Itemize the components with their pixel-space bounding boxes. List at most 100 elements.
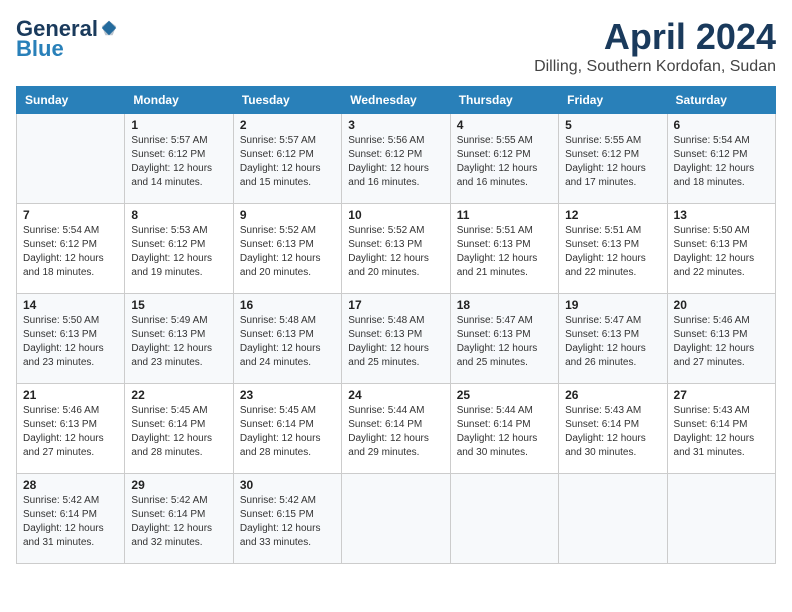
logo-icon xyxy=(100,19,118,37)
day-number: 13 xyxy=(674,208,769,222)
calendar-header-row: SundayMondayTuesdayWednesdayThursdayFrid… xyxy=(17,87,776,114)
calendar-cell: 29 Sunrise: 5:42 AMSunset: 6:14 PMDayligh… xyxy=(125,474,233,564)
calendar-cell: 30 Sunrise: 5:42 AMSunset: 6:15 PMDayligh… xyxy=(233,474,341,564)
calendar-week-row: 14Sunrise: 5:50 AMSunset: 6:13 PMDayligh… xyxy=(17,294,776,384)
day-number: 30 xyxy=(240,478,335,492)
day-number: 26 xyxy=(565,388,660,402)
day-number: 27 xyxy=(674,388,769,402)
calendar-cell: 15 Sunrise: 5:49 AMSunset: 6:13 PMDayligh… xyxy=(125,294,233,384)
calendar-day-header: Saturday xyxy=(667,87,775,114)
day-number: 14 xyxy=(23,298,118,312)
day-number: 1 xyxy=(131,118,226,132)
day-info: Sunrise: 5:43 AMSunset: 6:14 PMDaylight:… xyxy=(565,404,660,460)
day-number: 6 xyxy=(674,118,769,132)
calendar-cell xyxy=(559,474,667,564)
calendar-day-header: Tuesday xyxy=(233,87,341,114)
day-info: Sunrise: 5:55 AMSunset: 6:12 PMDaylight:… xyxy=(457,134,552,190)
calendar-day-header: Sunday xyxy=(17,87,125,114)
calendar-cell: 5 Sunrise: 5:55 AMSunset: 6:12 PMDaylight… xyxy=(559,114,667,204)
calendar-cell: 26 Sunrise: 5:43 AMSunset: 6:14 PMDayligh… xyxy=(559,384,667,474)
calendar-cell: 9 Sunrise: 5:52 AMSunset: 6:13 PMDaylight… xyxy=(233,204,341,294)
day-info: Sunrise: 5:51 AMSunset: 6:13 PMDaylight:… xyxy=(565,224,660,280)
day-number: 4 xyxy=(457,118,552,132)
calendar-week-row: 7Sunrise: 5:54 AMSunset: 6:12 PMDaylight… xyxy=(17,204,776,294)
day-number: 15 xyxy=(131,298,226,312)
day-number: 12 xyxy=(565,208,660,222)
title-block: April 2024 Dilling, Southern Kordofan, S… xyxy=(534,16,776,76)
day-info: Sunrise: 5:55 AMSunset: 6:12 PMDaylight:… xyxy=(565,134,660,190)
location-title: Dilling, Southern Kordofan, Sudan xyxy=(534,58,776,76)
page-header: General Blue April 2024 Dilling, Souther… xyxy=(16,16,776,76)
day-info: Sunrise: 5:53 AMSunset: 6:12 PMDaylight:… xyxy=(131,224,226,280)
day-number: 8 xyxy=(131,208,226,222)
day-number: 5 xyxy=(565,118,660,132)
calendar-cell: 25 Sunrise: 5:44 AMSunset: 6:14 PMDayligh… xyxy=(450,384,558,474)
day-info: Sunrise: 5:47 AMSunset: 6:13 PMDaylight:… xyxy=(457,314,552,370)
calendar-cell: 23 Sunrise: 5:45 AMSunset: 6:14 PMDayligh… xyxy=(233,384,341,474)
day-info: Sunrise: 5:45 AMSunset: 6:14 PMDaylight:… xyxy=(131,404,226,460)
calendar-cell: 3Sunrise: 5:56 AMSunset: 6:12 PMDaylight… xyxy=(342,114,450,204)
calendar-cell: 27Sunrise: 5:43 AMSunset: 6:14 PMDayligh… xyxy=(667,384,775,474)
day-number: 11 xyxy=(457,208,552,222)
day-number: 24 xyxy=(348,388,443,402)
calendar-cell: 7Sunrise: 5:54 AMSunset: 6:12 PMDaylight… xyxy=(17,204,125,294)
day-info: Sunrise: 5:56 AMSunset: 6:12 PMDaylight:… xyxy=(348,134,443,190)
day-number: 16 xyxy=(240,298,335,312)
day-info: Sunrise: 5:42 AMSunset: 6:15 PMDaylight:… xyxy=(240,494,335,550)
month-title: April 2024 xyxy=(534,16,776,58)
day-info: Sunrise: 5:46 AMSunset: 6:13 PMDaylight:… xyxy=(23,404,118,460)
calendar-cell: 18Sunrise: 5:47 AMSunset: 6:13 PMDayligh… xyxy=(450,294,558,384)
calendar-cell: 14Sunrise: 5:50 AMSunset: 6:13 PMDayligh… xyxy=(17,294,125,384)
day-info: Sunrise: 5:44 AMSunset: 6:14 PMDaylight:… xyxy=(348,404,443,460)
day-number: 23 xyxy=(240,388,335,402)
calendar-cell: 10 Sunrise: 5:52 AMSunset: 6:13 PMDayligh… xyxy=(342,204,450,294)
calendar-week-row: 28 Sunrise: 5:42 AMSunset: 6:14 PMDayligh… xyxy=(17,474,776,564)
calendar-cell: 6Sunrise: 5:54 AMSunset: 6:12 PMDaylight… xyxy=(667,114,775,204)
calendar-day-header: Wednesday xyxy=(342,87,450,114)
day-number: 29 xyxy=(131,478,226,492)
calendar-day-header: Monday xyxy=(125,87,233,114)
logo-blue-text: Blue xyxy=(16,36,64,62)
calendar-cell: 22 Sunrise: 5:45 AMSunset: 6:14 PMDayligh… xyxy=(125,384,233,474)
day-info: Sunrise: 5:42 AMSunset: 6:14 PMDaylight:… xyxy=(23,494,118,550)
calendar-cell: 13 Sunrise: 5:50 AMSunset: 6:13 PMDayligh… xyxy=(667,204,775,294)
day-number: 10 xyxy=(348,208,443,222)
day-info: Sunrise: 5:47 AMSunset: 6:13 PMDaylight:… xyxy=(565,314,660,370)
day-info: Sunrise: 5:44 AMSunset: 6:14 PMDaylight:… xyxy=(457,404,552,460)
calendar-cell xyxy=(667,474,775,564)
day-info: Sunrise: 5:49 AMSunset: 6:13 PMDaylight:… xyxy=(131,314,226,370)
calendar-cell: 8 Sunrise: 5:53 AMSunset: 6:12 PMDaylight… xyxy=(125,204,233,294)
calendar-table: SundayMondayTuesdayWednesdayThursdayFrid… xyxy=(16,86,776,564)
calendar-cell: 20 Sunrise: 5:46 AMSunset: 6:13 PMDayligh… xyxy=(667,294,775,384)
day-info: Sunrise: 5:42 AMSunset: 6:14 PMDaylight:… xyxy=(131,494,226,550)
calendar-week-row: 1 Sunrise: 5:57 AMSunset: 6:12 PMDaylight… xyxy=(17,114,776,204)
day-number: 25 xyxy=(457,388,552,402)
calendar-cell xyxy=(342,474,450,564)
day-number: 17 xyxy=(348,298,443,312)
day-number: 21 xyxy=(23,388,118,402)
calendar-cell: 16 Sunrise: 5:48 AMSunset: 6:13 PMDayligh… xyxy=(233,294,341,384)
day-info: Sunrise: 5:57 AMSunset: 6:12 PMDaylight:… xyxy=(131,134,226,190)
day-number: 22 xyxy=(131,388,226,402)
day-info: Sunrise: 5:50 AMSunset: 6:13 PMDaylight:… xyxy=(674,224,769,280)
day-number: 28 xyxy=(23,478,118,492)
day-info: Sunrise: 5:48 AMSunset: 6:13 PMDaylight:… xyxy=(348,314,443,370)
day-info: Sunrise: 5:54 AMSunset: 6:12 PMDaylight:… xyxy=(23,224,118,280)
day-info: Sunrise: 5:46 AMSunset: 6:13 PMDaylight:… xyxy=(674,314,769,370)
day-number: 9 xyxy=(240,208,335,222)
calendar-cell: 21 Sunrise: 5:46 AMSunset: 6:13 PMDayligh… xyxy=(17,384,125,474)
day-info: Sunrise: 5:45 AMSunset: 6:14 PMDaylight:… xyxy=(240,404,335,460)
day-info: Sunrise: 5:51 AMSunset: 6:13 PMDaylight:… xyxy=(457,224,552,280)
day-info: Sunrise: 5:52 AMSunset: 6:13 PMDaylight:… xyxy=(240,224,335,280)
calendar-cell xyxy=(450,474,558,564)
day-number: 20 xyxy=(674,298,769,312)
calendar-day-header: Thursday xyxy=(450,87,558,114)
calendar-day-header: Friday xyxy=(559,87,667,114)
day-number: 19 xyxy=(565,298,660,312)
calendar-cell: 24 Sunrise: 5:44 AMSunset: 6:14 PMDayligh… xyxy=(342,384,450,474)
day-number: 2 xyxy=(240,118,335,132)
calendar-cell: 28 Sunrise: 5:42 AMSunset: 6:14 PMDayligh… xyxy=(17,474,125,564)
day-info: Sunrise: 5:48 AMSunset: 6:13 PMDaylight:… xyxy=(240,314,335,370)
logo: General Blue xyxy=(16,16,118,62)
day-info: Sunrise: 5:52 AMSunset: 6:13 PMDaylight:… xyxy=(348,224,443,280)
